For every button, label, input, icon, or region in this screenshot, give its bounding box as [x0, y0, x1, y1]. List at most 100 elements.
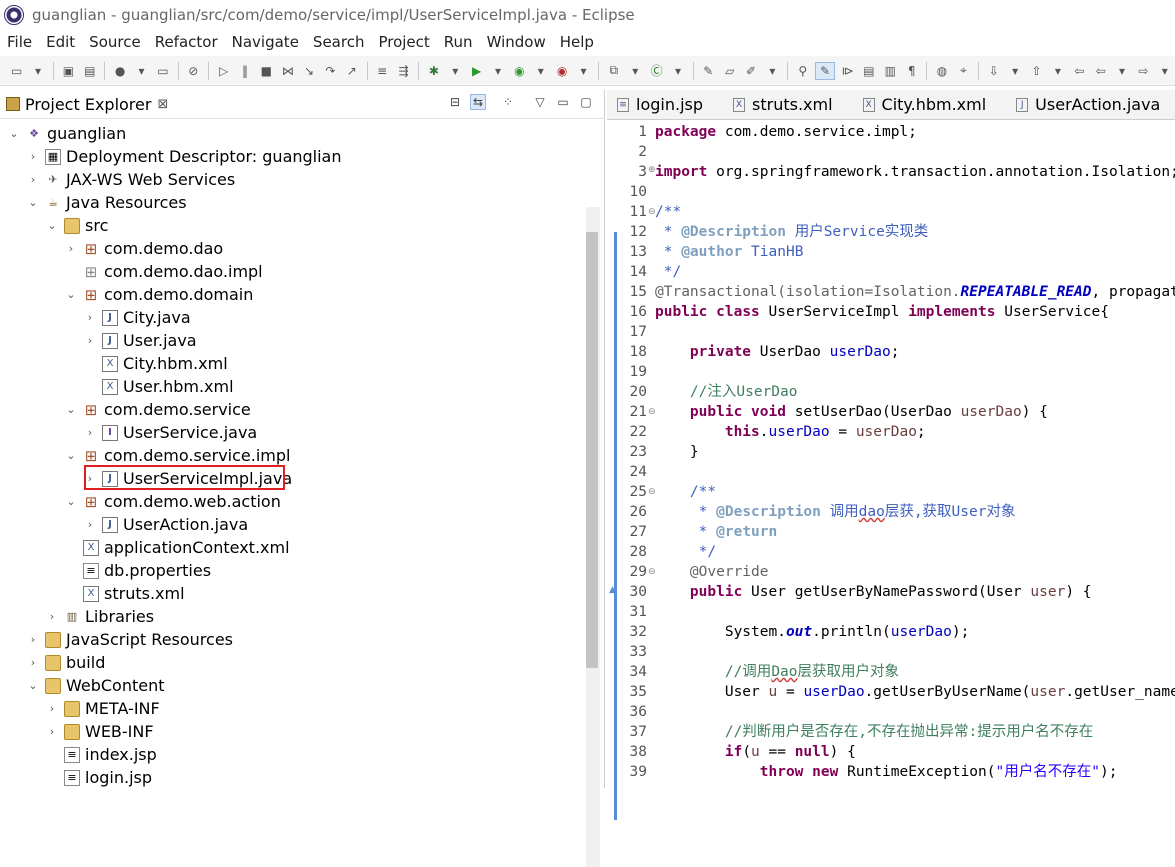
- tree-item[interactable]: ›⊞com.demo.dao: [65, 237, 223, 260]
- filter-icon[interactable]: ⁘: [500, 94, 516, 110]
- chevron-down-icon[interactable]: ⌄: [65, 403, 77, 416]
- run-icon[interactable]: ▶: [468, 63, 485, 79]
- publish-icon[interactable]: ⇶: [395, 63, 412, 79]
- chevron-right-icon[interactable]: ›: [27, 150, 39, 163]
- tree-item[interactable]: ⌄⊞com.demo.web.action: [65, 490, 281, 513]
- collapse-all-icon[interactable]: ⊟: [447, 94, 463, 110]
- dropdown-icon[interactable]: ▾: [575, 63, 592, 79]
- chevron-down-icon[interactable]: ⌄: [27, 679, 39, 692]
- close-icon[interactable]: ⊠: [157, 97, 168, 112]
- tree-item[interactable]: ›WEB-INF: [46, 720, 154, 743]
- disconnect-icon[interactable]: ⋈: [279, 63, 296, 79]
- code-area[interactable]: package com.demo.service.impl; import or…: [655, 122, 1175, 788]
- dropdown-icon[interactable]: ▾: [1006, 63, 1023, 79]
- menu-help[interactable]: Help: [553, 33, 601, 51]
- tree-item[interactable]: ≡db.properties: [65, 559, 211, 582]
- tree-item[interactable]: ›build: [27, 651, 105, 674]
- pin-editor-icon[interactable]: ⌖: [955, 63, 972, 79]
- tree-item[interactable]: ⌄❖guanglian: [8, 122, 126, 145]
- tree-item[interactable]: XUser.hbm.xml: [84, 375, 234, 398]
- dropdown-icon[interactable]: ▾: [29, 63, 46, 79]
- toggle-block-selection-icon[interactable]: ⧐: [839, 63, 856, 79]
- chevron-right-icon[interactable]: ›: [46, 725, 58, 738]
- chevron-right-icon[interactable]: ›: [84, 311, 96, 324]
- chevron-right-icon[interactable]: ›: [46, 610, 58, 623]
- tree-item[interactable]: ⌄WebContent: [27, 674, 165, 697]
- project-explorer-title[interactable]: Project Explorer ⊠: [6, 95, 168, 114]
- chevron-down-icon[interactable]: ⌄: [8, 127, 20, 140]
- tree-item[interactable]: XapplicationContext.xml: [65, 536, 290, 559]
- menu-project[interactable]: Project: [371, 33, 436, 51]
- step-return-icon[interactable]: ↗: [343, 63, 360, 79]
- previous-annotation-icon[interactable]: ⇧: [1028, 63, 1045, 79]
- explorer-scrollbar-thumb[interactable]: [586, 232, 598, 668]
- dropdown-icon[interactable]: ▾: [489, 63, 506, 79]
- chevron-right-icon[interactable]: ›: [27, 633, 39, 646]
- chevron-down-icon[interactable]: ⌄: [27, 196, 39, 209]
- new-icon[interactable]: ▭: [8, 63, 25, 79]
- show-whitespace-icon[interactable]: ▥: [882, 63, 899, 79]
- open-folder-icon[interactable]: ▱: [721, 63, 738, 79]
- skip-breakpoints-icon[interactable]: ⊘: [185, 63, 202, 79]
- menu-file[interactable]: File: [0, 33, 39, 51]
- open-type-icon[interactable]: ✎: [700, 63, 717, 79]
- tree-item[interactable]: ⌄⊞com.demo.service.impl: [65, 444, 290, 467]
- dropdown-icon[interactable]: ▾: [1156, 63, 1173, 79]
- tree-item[interactable]: ›JUserAction.java: [84, 513, 248, 536]
- tree-item[interactable]: ›JCity.java: [84, 306, 191, 329]
- tree-item[interactable]: ≡index.jsp: [46, 743, 157, 766]
- tree-item[interactable]: ›▦Deployment Descriptor: guanglian: [27, 145, 342, 168]
- tree-item[interactable]: ›META-INF: [46, 697, 160, 720]
- tab-useraction-java[interactable]: JUserAction.java: [1006, 90, 1175, 119]
- profile-icon[interactable]: ●: [111, 63, 128, 79]
- save-all-icon[interactable]: ▤: [81, 63, 98, 79]
- dropdown-icon[interactable]: ▾: [133, 63, 150, 79]
- chevron-right-icon[interactable]: ›: [84, 426, 96, 439]
- tab-login-jsp[interactable]: ≡login.jsp: [607, 90, 723, 119]
- tree-item[interactable]: ⊞com.demo.dao.impl: [65, 260, 263, 283]
- coverage-icon[interactable]: ◉: [511, 63, 528, 79]
- next-annotation-icon[interactable]: ⇩: [985, 63, 1002, 79]
- tree-item[interactable]: ›▥Libraries: [46, 605, 154, 628]
- chevron-down-icon[interactable]: ⌄: [65, 495, 77, 508]
- tree-item[interactable]: ›✈JAX-WS Web Services: [27, 168, 235, 191]
- dropdown-icon[interactable]: ▾: [532, 63, 549, 79]
- dropdown-icon[interactable]: ▾: [1113, 63, 1130, 79]
- dropdown-icon[interactable]: ▾: [1049, 63, 1066, 79]
- resume-icon[interactable]: ▷: [215, 63, 232, 79]
- menu-edit[interactable]: Edit: [39, 33, 82, 51]
- menu-search[interactable]: Search: [306, 33, 372, 51]
- search-icon[interactable]: ⚲: [794, 63, 811, 79]
- link-with-editor-icon[interactable]: ⇆: [470, 94, 486, 110]
- debug-icon[interactable]: ✱: [425, 63, 442, 79]
- tree-item[interactable]: ⌄⊞com.demo.service: [65, 398, 251, 421]
- tree-item[interactable]: XCity.hbm.xml: [84, 352, 228, 375]
- word-wrap-icon[interactable]: ▤: [860, 63, 877, 79]
- new-java-class-icon[interactable]: Ⓒ: [648, 63, 665, 79]
- tree-item[interactable]: ⌄⊞com.demo.domain: [65, 283, 253, 306]
- chevron-right-icon[interactable]: ›: [84, 518, 96, 531]
- chevron-down-icon[interactable]: ⌄: [65, 288, 77, 301]
- dropdown-icon[interactable]: ▾: [669, 63, 686, 79]
- tree-item[interactable]: ⌄src: [46, 214, 108, 237]
- tree-item[interactable]: ›JavaScript Resources: [27, 628, 233, 651]
- console-icon[interactable]: ▭: [154, 63, 171, 79]
- tree-item[interactable]: ›IUserService.java: [84, 421, 257, 444]
- dropdown-icon[interactable]: ▾: [764, 63, 781, 79]
- step-into-icon[interactable]: ↘: [300, 63, 317, 79]
- last-edit-location-icon[interactable]: ⇦: [1071, 63, 1088, 79]
- back-icon[interactable]: ⇦: [1092, 63, 1109, 79]
- maximize-icon[interactable]: ▢: [578, 94, 594, 110]
- external-tools-icon[interactable]: ◉: [553, 63, 570, 79]
- menu-navigate[interactable]: Navigate: [225, 33, 306, 51]
- servers-icon[interactable]: ≡: [373, 63, 390, 79]
- menu-source[interactable]: Source: [82, 33, 148, 51]
- open-task-icon[interactable]: ✐: [742, 63, 759, 79]
- step-over-icon[interactable]: ↷: [322, 63, 339, 79]
- chevron-right-icon[interactable]: ›: [46, 702, 58, 715]
- dropdown-icon[interactable]: ▾: [447, 63, 464, 79]
- tree-item[interactable]: Xstruts.xml: [65, 582, 185, 605]
- forward-icon[interactable]: ⇨: [1135, 63, 1152, 79]
- override-marker-icon[interactable]: ▲: [609, 580, 616, 600]
- chevron-down-icon[interactable]: ⌄: [65, 449, 77, 462]
